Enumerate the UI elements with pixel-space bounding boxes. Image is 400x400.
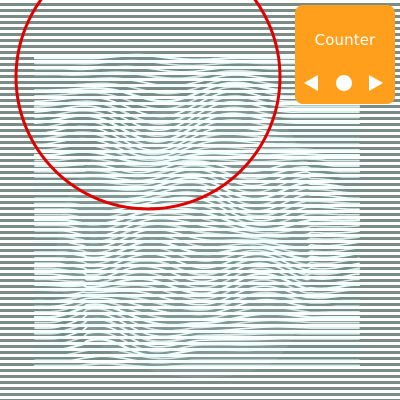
background-line (0, 381, 400, 384)
left-triangle-icon (304, 75, 318, 91)
right-triangle-icon (369, 75, 383, 91)
center-dot-button[interactable] (336, 75, 352, 91)
visual-canvas: Counter (0, 0, 400, 400)
next-button[interactable] (367, 73, 383, 93)
counter-title: Counter (314, 31, 376, 49)
previous-button[interactable] (304, 73, 320, 93)
counter-widget: Counter (295, 5, 395, 104)
background-line (0, 387, 400, 390)
background-line (0, 393, 400, 396)
